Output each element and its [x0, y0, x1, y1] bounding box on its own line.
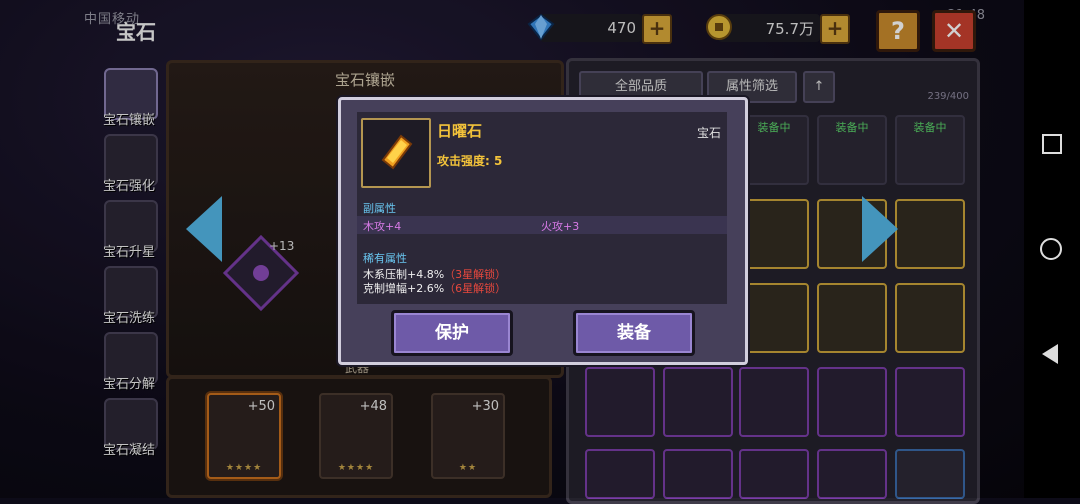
sub-attr-title: 副属性	[363, 202, 396, 215]
gem-detail-body: 日曜石 宝石 攻击强度: 5 副属性 木攻+4 火攻+3 稀有属性 木系压制+4…	[357, 112, 727, 304]
gem-detail-modal: 日曜石 宝石 攻击强度: 5 副属性 木攻+4 火攻+3 稀有属性 木系压制+4…	[338, 97, 748, 365]
gem-attack: 攻击强度: 5	[437, 154, 503, 168]
gem-item-box	[361, 118, 431, 188]
home-icon[interactable]	[1040, 238, 1062, 260]
equip-button[interactable]: 装备	[573, 310, 695, 356]
sub-attr: 火攻+3	[541, 220, 580, 233]
rare-attr-text: 克制增幅+2.6%	[363, 282, 445, 295]
system-nav-bar	[1024, 0, 1080, 498]
back-icon[interactable]	[1042, 344, 1058, 364]
sub-attr: 木攻+4	[363, 220, 402, 233]
rare-attr-lock: （6星解锁）	[444, 282, 507, 295]
sun-stone-icon	[381, 134, 413, 170]
sub-attr-row: 木攻+4 火攻+3	[357, 216, 727, 234]
recent-apps-icon[interactable]	[1042, 134, 1062, 154]
gem-name: 日曜石	[437, 122, 483, 140]
gem-type: 宝石	[696, 126, 721, 140]
rare-attr: 克制增幅+2.6%（6星解锁）	[363, 280, 506, 296]
protect-button[interactable]: 保护	[391, 310, 513, 356]
rare-attr-title: 稀有属性	[363, 252, 407, 265]
